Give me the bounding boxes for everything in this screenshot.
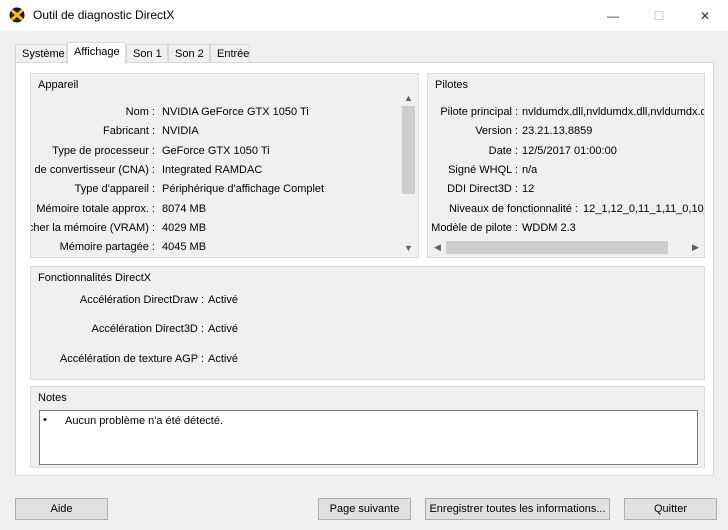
- close-button[interactable]: ✕: [682, 0, 728, 31]
- driver-model-value: WDDM 2.3: [522, 222, 576, 234]
- scroll-right-icon[interactable]: ▶: [687, 239, 704, 256]
- close-icon: ✕: [699, 8, 711, 23]
- chip-type-value: GeForce GTX 1050 Ti: [162, 145, 270, 157]
- tab-affichage[interactable]: Affichage: [67, 42, 126, 64]
- feature-row: Accélération de texture AGP : Activé: [31, 353, 701, 367]
- main-driver-value: nvldumdx.dll,nvldumdx.dll,nvldumdx.dll: [522, 106, 704, 118]
- ddi-label: DDI Direct3D :: [447, 183, 518, 195]
- quit-button[interactable]: Quitter: [624, 498, 717, 520]
- device-row: Afficher la mémoire (VRAM) : 4029 MB: [31, 222, 399, 236]
- feature-levels-label: Niveaux de fonctionnalité :: [448, 203, 578, 215]
- directdraw-label: Accélération DirectDraw :: [79, 294, 204, 306]
- notes-group: Notes • Aucun problème n'a été détecté.: [30, 386, 705, 468]
- device-row: Mémoire partagée : 4045 MB: [31, 241, 399, 255]
- device-group: Appareil Nom : NVIDIA GeForce GTX 1050 T…: [30, 73, 419, 258]
- feature-row: Accélération Direct3D : Activé: [31, 323, 701, 337]
- maximize-button[interactable]: ☐: [636, 0, 682, 31]
- note-item: Aucun problème n'a été détecté.: [65, 415, 224, 427]
- help-button[interactable]: Aide: [15, 498, 108, 520]
- feature-levels-value: 12_1,12_0,11_1,11_0,10_1: [583, 203, 704, 215]
- version-value: 23.21.13.8859: [522, 125, 593, 137]
- features-group-title: Fonctionnalités DirectX: [38, 272, 152, 284]
- device-row: Mémoire totale approx. : 8074 MB: [31, 203, 399, 217]
- driver-row: Date : 12/5/2017 01:00:00: [428, 145, 704, 159]
- minimize-icon: —: [607, 8, 619, 23]
- date-label: Date :: [488, 145, 518, 157]
- directdraw-value: Activé: [208, 294, 238, 306]
- drivers-info-list: Pilote principal : nvldumdx.dll,nvldumdx…: [428, 98, 704, 238]
- device-type-label: Type d'appareil :: [74, 183, 155, 195]
- save-all-information-button[interactable]: Enregistrer toutes les informations...: [425, 498, 610, 520]
- version-label: Version :: [475, 125, 518, 137]
- total-memory-value: 8074 MB: [162, 203, 207, 215]
- tab-panel-affichage: Appareil Nom : NVIDIA GeForce GTX 1050 T…: [15, 62, 714, 476]
- notes-group-title: Notes: [38, 392, 67, 404]
- tab-son-1[interactable]: Son 1: [126, 44, 168, 63]
- shared-memory-value: 4045 MB: [162, 241, 207, 253]
- title-bar: Outil de diagnostic DirectX — ☐ ✕: [0, 0, 728, 31]
- scroll-thumb[interactable]: [402, 106, 415, 194]
- agp-texture-label: Accélération de texture AGP :: [59, 353, 204, 365]
- directx-features-group: Fonctionnalités DirectX Accélération Dir…: [30, 266, 705, 380]
- driver-row: Modèle de pilote : WDDM 2.3: [428, 222, 704, 236]
- scroll-down-icon[interactable]: ▼: [400, 239, 417, 256]
- device-row: Type de convertisseur (CNA) : Integrated…: [31, 164, 399, 178]
- vram-label: Afficher la mémoire (VRAM) :: [31, 222, 155, 234]
- device-row: Nom : NVIDIA GeForce GTX 1050 Ti: [31, 106, 399, 120]
- device-row: Type de processeur : GeForce GTX 1050 Ti: [31, 145, 399, 159]
- scroll-up-icon[interactable]: ▲: [400, 89, 417, 106]
- bullet-icon: •: [43, 414, 47, 426]
- directx-icon: [9, 7, 25, 23]
- driver-model-label: Modèle de pilote :: [431, 222, 518, 234]
- drivers-group-title: Pilotes: [435, 79, 469, 91]
- device-group-title: Appareil: [38, 79, 79, 91]
- minimize-button[interactable]: —: [590, 0, 636, 31]
- driver-row: DDI Direct3D : 12: [428, 183, 704, 197]
- device-name-value: NVIDIA GeForce GTX 1050 Ti: [162, 106, 309, 118]
- chip-type-label: Type de processeur :: [52, 145, 155, 157]
- shared-memory-label: Mémoire partagée :: [59, 241, 155, 253]
- device-vertical-scrollbar[interactable]: ▲ ▼: [400, 89, 417, 256]
- feature-row: Accélération DirectDraw : Activé: [31, 294, 701, 308]
- direct3d-label: Accélération Direct3D :: [91, 323, 205, 335]
- drivers-group: Pilotes Pilote principal : nvldumdx.dll,…: [427, 73, 705, 258]
- notes-textbox[interactable]: • Aucun problème n'a été détecté.: [39, 410, 698, 465]
- driver-row: Pilote principal : nvldumdx.dll,nvldumdx…: [428, 106, 704, 120]
- dac-type-value: Integrated RAMDAC: [162, 164, 263, 176]
- driver-row: Niveaux de fonctionnalité : 12_1,12_0,11…: [428, 203, 704, 217]
- main-driver-label: Pilote principal :: [440, 106, 518, 118]
- whql-value: n/a: [522, 164, 538, 176]
- device-type-value: Périphérique d'affichage Complet: [162, 183, 325, 195]
- scroll-thumb[interactable]: [446, 241, 668, 254]
- manufacturer-value: NVIDIA: [162, 125, 199, 137]
- total-memory-label: Mémoire totale approx. :: [36, 203, 155, 215]
- device-name-label: Nom :: [125, 106, 155, 118]
- agp-texture-value: Activé: [208, 353, 238, 365]
- vram-value: 4029 MB: [162, 222, 207, 234]
- direct3d-value: Activé: [208, 323, 238, 335]
- window-title: Outil de diagnostic DirectX: [33, 8, 175, 22]
- driver-row: Signé WHQL : n/a: [428, 164, 704, 178]
- ddi-value: 12: [522, 183, 535, 195]
- tab-entree[interactable]: Entrée: [210, 44, 250, 63]
- device-info-list: Nom : NVIDIA GeForce GTX 1050 Ti Fabrica…: [31, 98, 399, 258]
- whql-label: Signé WHQL :: [448, 164, 518, 176]
- dac-type-label: Type de convertisseur (CNA) :: [31, 164, 155, 176]
- manufacturer-label: Fabricant :: [103, 125, 155, 137]
- drivers-horizontal-scrollbar[interactable]: ◀ ▶: [429, 239, 704, 256]
- device-row: Type d'appareil : Périphérique d'afficha…: [31, 183, 399, 197]
- maximize-icon: ☐: [653, 8, 665, 23]
- device-row: Fabricant : NVIDIA: [31, 125, 399, 139]
- next-page-button[interactable]: Page suivante: [318, 498, 411, 520]
- scroll-left-icon[interactable]: ◀: [429, 239, 446, 256]
- date-value: 12/5/2017 01:00:00: [522, 145, 617, 157]
- tab-son-2[interactable]: Son 2: [168, 44, 210, 63]
- driver-row: Version : 23.21.13.8859: [428, 125, 704, 139]
- tab-systeme[interactable]: Système: [15, 44, 67, 63]
